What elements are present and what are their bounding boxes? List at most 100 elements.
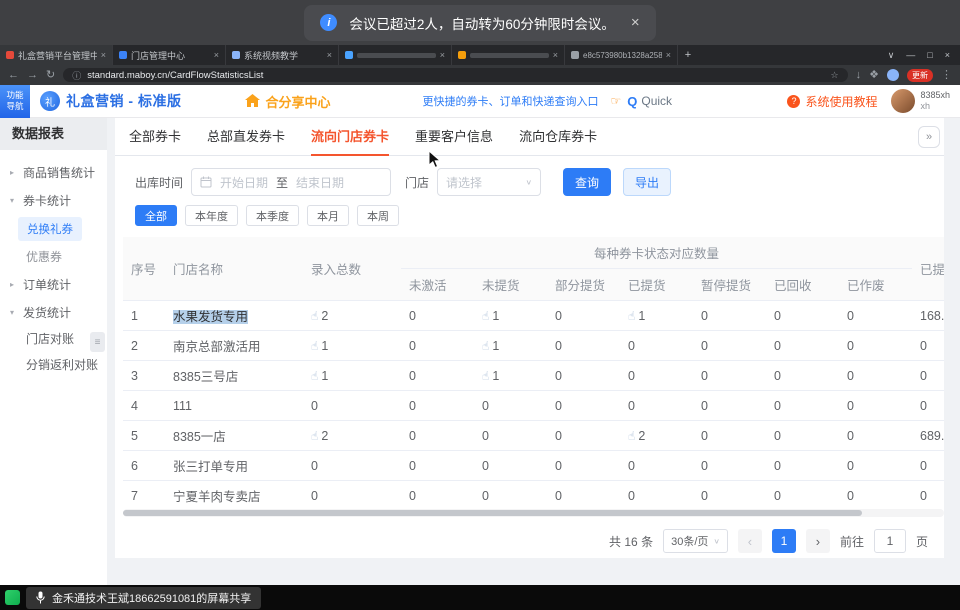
count-link[interactable]: ☝2	[311, 309, 328, 323]
cell-value: 0	[401, 481, 474, 510]
date-range-input[interactable]: 开始日期 至 结束日期	[191, 168, 391, 196]
maximize-button[interactable]: □	[927, 50, 932, 60]
count-link[interactable]: ☝1	[482, 339, 499, 353]
search-button[interactable]: 查询	[563, 168, 611, 196]
sidebar-item-order-stats[interactable]: ▸ 订单统计	[0, 270, 107, 298]
count-link[interactable]: ☝2	[628, 429, 645, 443]
function-nav-toggle[interactable]: 功能 导航	[0, 85, 30, 118]
cell-no: 3	[123, 361, 165, 391]
table-row: 2 南京总部激活用 ☝1 0 ☝1 0 0 0 0 0 0	[123, 331, 944, 361]
pointer-icon: ☞	[610, 94, 621, 108]
tab-close-icon[interactable]: ×	[440, 50, 445, 60]
horizontal-scrollbar[interactable]	[123, 509, 944, 517]
tab-store-flow-cards[interactable]: 流向门店券卡	[311, 118, 389, 156]
export-button[interactable]: 导出	[623, 168, 671, 196]
browser-tab[interactable]: ×	[452, 45, 565, 65]
quick-filter-week[interactable]: 本周	[357, 205, 399, 226]
sidebar-item-product-sales[interactable]: ▸ 商品销售统计	[0, 158, 107, 186]
tab-close-icon[interactable]: ×	[666, 50, 671, 60]
page-info-icon[interactable]: ⓘ	[72, 69, 81, 82]
count-link[interactable]: ☝1	[311, 339, 328, 353]
table-row: 4 111 0 0 0 0 0 0 0 0 0	[123, 391, 944, 421]
page-number-active[interactable]: 1	[772, 529, 796, 553]
browser-menu-icon[interactable]: ⋮	[941, 70, 952, 81]
new-tab-button[interactable]: +	[678, 45, 698, 65]
quick-filter-month[interactable]: 本月	[307, 205, 349, 226]
tab-all-cards[interactable]: 全部券卡	[129, 118, 181, 156]
sidebar-item-label: 商品销售统计	[23, 164, 95, 181]
cell-value: 0	[766, 481, 839, 510]
brand-icon: 礼	[40, 91, 60, 111]
count-link[interactable]: ☝2	[311, 429, 328, 443]
tab-title-placeholder	[357, 53, 436, 58]
tab-close-icon[interactable]: ×	[327, 50, 332, 60]
browser-update-chip[interactable]: 更新	[907, 69, 933, 82]
sidebar-collapse-handle[interactable]: ≡	[90, 332, 105, 352]
sidebar-item-shipping-stats[interactable]: ▾ 发货统计	[0, 298, 107, 326]
quick-entry-link[interactable]: 更快捷的券卡、订单和快递查询入口	[422, 93, 598, 109]
bookmark-star-icon[interactable]: ☆	[831, 70, 839, 81]
cell-value: 0	[766, 391, 839, 421]
scrollbar-thumb[interactable]	[123, 510, 862, 516]
quick-search[interactable]: Q Quick	[627, 94, 672, 109]
cell-value: 0	[693, 331, 766, 361]
count-link[interactable]: ☝1	[628, 309, 645, 323]
sidebar-subitem-discount-coupon[interactable]: 优惠券	[0, 244, 107, 270]
quick-filter-quarter[interactable]: 本季度	[246, 205, 299, 226]
cell-total: 0	[303, 481, 401, 510]
minimize-button[interactable]: —	[906, 50, 915, 60]
col-status: 暂停提货	[693, 269, 766, 301]
close-icon[interactable]: ×	[631, 14, 640, 31]
quick-filter-all[interactable]: 全部	[135, 205, 177, 226]
browser-tab[interactable]: 礼盒营销平台管理中心 ×	[0, 45, 113, 65]
sidebar-subitem-gift-coupon[interactable]: 兑换礼券	[18, 217, 82, 241]
count-link[interactable]: ☝1	[311, 369, 328, 383]
reload-icon[interactable]: ↻	[46, 70, 55, 81]
tab-search-icon[interactable]: ∨	[888, 50, 895, 61]
tab-close-icon[interactable]: ×	[214, 50, 219, 60]
sidebar-item-card-stats[interactable]: ▾ 券卡统计	[0, 186, 107, 214]
screen-share-pill[interactable]: 金禾通技术王斌18662591081的屏幕共享	[26, 587, 261, 609]
back-icon[interactable]: ←	[8, 70, 19, 81]
cell-value: 0	[693, 451, 766, 481]
goto-page-input[interactable]: 1	[874, 529, 906, 553]
page-size-value: 30条/页	[671, 533, 708, 549]
cell-value: 0	[620, 361, 693, 391]
extensions-icon[interactable]: ❖	[869, 70, 879, 81]
count-value: 2	[321, 309, 328, 323]
data-table: 序号 门店名称 录入总数 每种券卡状态对应数量 已提货金额 未激活 未提货 部分…	[123, 237, 944, 509]
browser-tab[interactable]: 门店管理中心 ×	[113, 45, 226, 65]
cell-total: ☝2	[303, 301, 401, 331]
favicon-icon	[119, 51, 127, 59]
count-link[interactable]: ☝1	[482, 369, 499, 383]
address-bar[interactable]: ⓘ standard.maboy.cn/CardFlowStatisticsLi…	[63, 68, 847, 82]
tab-key-customer-info[interactable]: 重要客户信息	[415, 118, 493, 156]
tutorial-link[interactable]: ? 系统使用教程	[787, 93, 877, 110]
close-window-button[interactable]: ×	[945, 50, 950, 60]
panel-collapse-button[interactable]: »	[918, 126, 940, 148]
hand-icon: ☝	[311, 339, 318, 353]
page-size-select[interactable]: 30条/页 ∨	[663, 529, 728, 553]
user-account[interactable]: 8385xh xh	[891, 89, 950, 113]
forward-icon[interactable]: →	[27, 70, 38, 81]
browser-tab[interactable]: e8c573980b1328a2584d2e6l ×	[565, 45, 678, 65]
cell-value: 0	[547, 331, 620, 361]
hand-icon: ☝	[311, 369, 318, 383]
next-page-button[interactable]: ›	[806, 529, 830, 553]
count-link[interactable]: ☝1	[482, 309, 499, 323]
browser-tab[interactable]: 系统视频教学 ×	[226, 45, 339, 65]
download-icon[interactable]: ↓	[856, 70, 862, 81]
tab-close-icon[interactable]: ×	[553, 50, 558, 60]
quick-filter-year[interactable]: 本年度	[185, 205, 238, 226]
sidebar-subitem-rebate-reconciliation[interactable]: 分销返利对账	[0, 352, 107, 378]
store-select[interactable]: 请选择 ∨	[437, 168, 541, 196]
browser-tab[interactable]: ×	[339, 45, 452, 65]
tab-close-icon[interactable]: ×	[101, 50, 106, 60]
share-center-link[interactable]: 合分享中心	[245, 92, 330, 111]
browser-profile-avatar[interactable]	[887, 69, 899, 81]
cell-no: 4	[123, 391, 165, 421]
tab-warehouse-flow-cards[interactable]: 流向仓库券卡	[519, 118, 597, 156]
tab-hq-direct-cards[interactable]: 总部直发券卡	[207, 118, 285, 156]
store-name: 111	[173, 399, 192, 413]
prev-page-button[interactable]: ‹	[738, 529, 762, 553]
